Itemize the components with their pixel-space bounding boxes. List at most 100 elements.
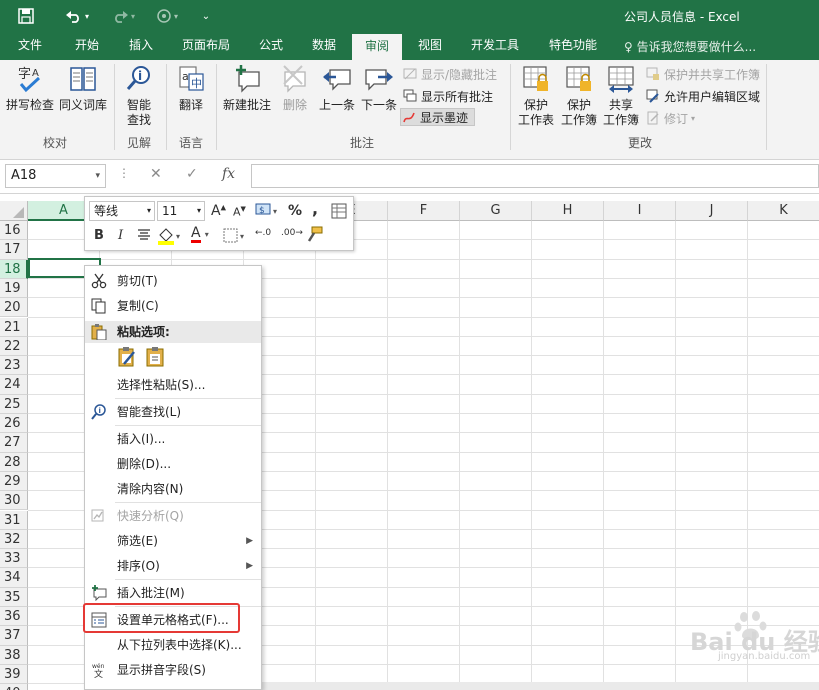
column-header-h[interactable]: H <box>532 201 604 221</box>
row-header-23[interactable]: 23 <box>0 356 28 376</box>
menu-item-paste-special[interactable]: 选择性粘贴(S)... <box>85 373 261 397</box>
save-icon[interactable] <box>14 4 38 28</box>
row-header-18[interactable]: 18 <box>0 259 28 279</box>
select-all-corner[interactable] <box>0 201 28 221</box>
touch-mode-icon[interactable]: ▾ <box>150 4 184 28</box>
confirm-entry-icon[interactable]: ✓ <box>186 166 198 182</box>
menu-item-delete[interactable]: 删除(D)... <box>85 452 261 476</box>
redo-icon[interactable]: ▾ <box>106 4 140 28</box>
previous-comment-button[interactable]: 上一条 <box>316 64 358 113</box>
row-header-22[interactable]: 22 <box>0 336 28 357</box>
formula-input[interactable] <box>251 164 819 188</box>
smart-lookup-button[interactable]: i 智能 查找 <box>118 64 160 128</box>
cancel-entry-icon[interactable]: ✕ <box>150 166 162 182</box>
row-header-33[interactable]: 33 <box>0 549 28 569</box>
row-header-24[interactable]: 24 <box>0 375 28 395</box>
menu-item-smart-lookup[interactable]: i 智能查找(L) <box>85 400 261 424</box>
tab-file[interactable]: 文件 <box>8 32 52 60</box>
decrease-decimal-icon[interactable]: .00→ <box>281 228 303 238</box>
column-header-k[interactable]: K <box>748 201 819 221</box>
italic-button[interactable]: I <box>118 228 123 243</box>
menu-item-filter[interactable]: 筛选(E) ▶ <box>85 529 261 553</box>
spelling-button[interactable]: 字A 拼写检查 <box>4 64 56 113</box>
borders-icon[interactable]: ▾ <box>223 228 249 248</box>
row-header-21[interactable]: 21 <box>0 317 28 337</box>
tab-data[interactable]: 数据 <box>302 32 346 60</box>
increase-decimal-icon[interactable]: ←.0 <box>255 228 271 238</box>
tell-me-box[interactable]: ♀ 告诉我您想要做什么... <box>624 38 756 55</box>
format-table-icon[interactable] <box>331 203 347 223</box>
tab-page-layout[interactable]: 页面布局 <box>172 32 240 60</box>
protect-share-button[interactable]: 保护并共享工作簿 <box>645 65 760 83</box>
menu-item-quick-analysis[interactable]: 快速分析(Q) <box>85 504 261 528</box>
row-header-37[interactable]: 37 <box>0 626 28 646</box>
insert-function-icon[interactable]: fx <box>222 166 235 182</box>
paste-default-icon[interactable] <box>117 346 139 368</box>
name-box-dropdown-icon[interactable]: ▾ <box>95 165 100 187</box>
row-header-26[interactable]: 26 <box>0 414 28 434</box>
menu-item-copy[interactable]: 复制(C) <box>85 294 261 318</box>
menu-item-pick-from-list[interactable]: 从下拉列表中选择(K)... <box>85 633 261 657</box>
align-center-icon[interactable] <box>137 228 151 246</box>
row-header-36[interactable]: 36 <box>0 607 28 627</box>
font-color-icon[interactable]: A ▾ <box>191 226 209 243</box>
tab-insert[interactable]: 插入 <box>118 32 164 60</box>
tab-formulas[interactable]: 公式 <box>250 32 292 60</box>
name-box[interactable]: A18 ▾ <box>5 164 106 188</box>
row-header-34[interactable]: 34 <box>0 568 28 588</box>
row-header-31[interactable]: 31 <box>0 510 28 530</box>
tab-special-features[interactable]: 特色功能 <box>538 32 608 60</box>
protect-workbook-button[interactable]: 保护 工作簿 <box>558 64 600 128</box>
share-workbook-button[interactable]: 共享 工作簿 <box>600 64 642 128</box>
row-header-29[interactable]: 29 <box>0 471 28 492</box>
column-header-f[interactable]: F <box>388 201 460 221</box>
undo-icon[interactable]: ▾ <box>60 4 94 28</box>
row-header-28[interactable]: 28 <box>0 452 28 472</box>
row-header-16[interactable]: 16 <box>0 221 28 241</box>
fill-color-icon[interactable]: ▾ <box>157 227 183 249</box>
tab-review[interactable]: 审阅 <box>352 34 402 60</box>
format-painter-icon[interactable] <box>305 226 323 248</box>
bold-button[interactable]: B <box>94 228 104 243</box>
translate-button[interactable]: a中 翻译 <box>170 64 212 113</box>
menu-item-insert[interactable]: 插入(I)... <box>85 427 261 451</box>
customize-qat-icon[interactable]: ⌄ <box>198 4 214 28</box>
decrease-font-size-icon[interactable]: A▼ <box>233 205 246 219</box>
tab-developer[interactable]: 开发工具 <box>462 32 528 60</box>
delete-comment-button[interactable]: 删除 <box>276 64 314 113</box>
row-header-19[interactable]: 19 <box>0 278 28 299</box>
row-header-17[interactable]: 17 <box>0 240 28 260</box>
tab-view[interactable]: 视图 <box>408 32 452 60</box>
row-header-39[interactable]: 39 <box>0 664 28 685</box>
row-header-20[interactable]: 20 <box>0 298 28 318</box>
font-size-box[interactable]: 11 ▾ <box>157 201 205 221</box>
show-hide-comment-button[interactable]: 显示/隐藏批注 <box>402 65 497 83</box>
row-header-38[interactable]: 38 <box>0 645 28 665</box>
show-all-comments-button[interactable]: 显示所有批注 <box>402 87 493 105</box>
row-header-32[interactable]: 32 <box>0 529 28 550</box>
percent-style-icon[interactable]: % <box>288 203 302 219</box>
menu-item-cut[interactable]: 剪切(T) <box>85 269 261 293</box>
increase-font-size-icon[interactable]: A▲ <box>211 203 226 219</box>
row-header-35[interactable]: 35 <box>0 587 28 607</box>
menu-item-clear-contents[interactable]: 清除内容(N) <box>85 477 261 501</box>
comma-style-icon[interactable]: , <box>312 199 318 218</box>
row-header-25[interactable]: 25 <box>0 394 28 414</box>
next-comment-button[interactable]: 下一条 <box>358 64 400 113</box>
thesaurus-button[interactable]: 同义词库 <box>57 64 109 113</box>
menu-item-insert-comment[interactable]: 插入批注(M) <box>85 581 261 605</box>
column-header-g[interactable]: G <box>460 201 532 221</box>
menu-item-sort[interactable]: 排序(O) ▶ <box>85 554 261 578</box>
column-header-j[interactable]: J <box>676 201 748 221</box>
show-ink-button[interactable]: 显示墨迹 <box>400 108 476 126</box>
accounting-format-icon[interactable]: $ ▾ <box>255 202 281 222</box>
paste-values-icon[interactable] <box>145 346 167 368</box>
track-changes-button[interactable]: 修订 ▾ <box>645 109 695 127</box>
row-header-40[interactable]: 40 <box>0 684 28 690</box>
menu-item-show-phonetic[interactable]: wén 文 显示拼音字段(S) <box>85 658 261 682</box>
tab-home[interactable]: 开始 <box>62 32 112 60</box>
new-comment-button[interactable]: 新建批注 <box>220 64 274 113</box>
font-name-box[interactable]: 等线 ▾ <box>89 201 155 221</box>
row-header-27[interactable]: 27 <box>0 433 28 453</box>
column-header-i[interactable]: I <box>604 201 676 221</box>
